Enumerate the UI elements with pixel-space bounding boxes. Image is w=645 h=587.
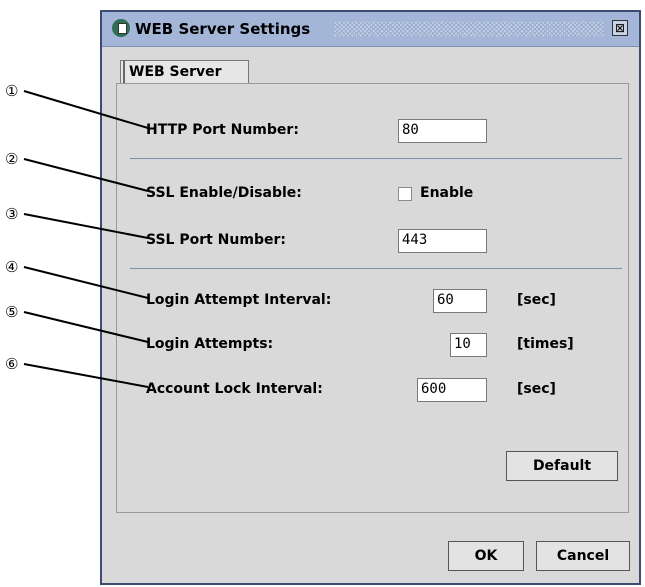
leader-line-2 xyxy=(23,158,149,192)
leader-line-6 xyxy=(23,363,149,388)
leader-line-4 xyxy=(23,266,149,299)
leader-line-5 xyxy=(23,311,149,343)
leader-line-3 xyxy=(23,213,149,239)
leader-line-1 xyxy=(23,90,149,129)
callout-leader-lines xyxy=(23,90,149,388)
